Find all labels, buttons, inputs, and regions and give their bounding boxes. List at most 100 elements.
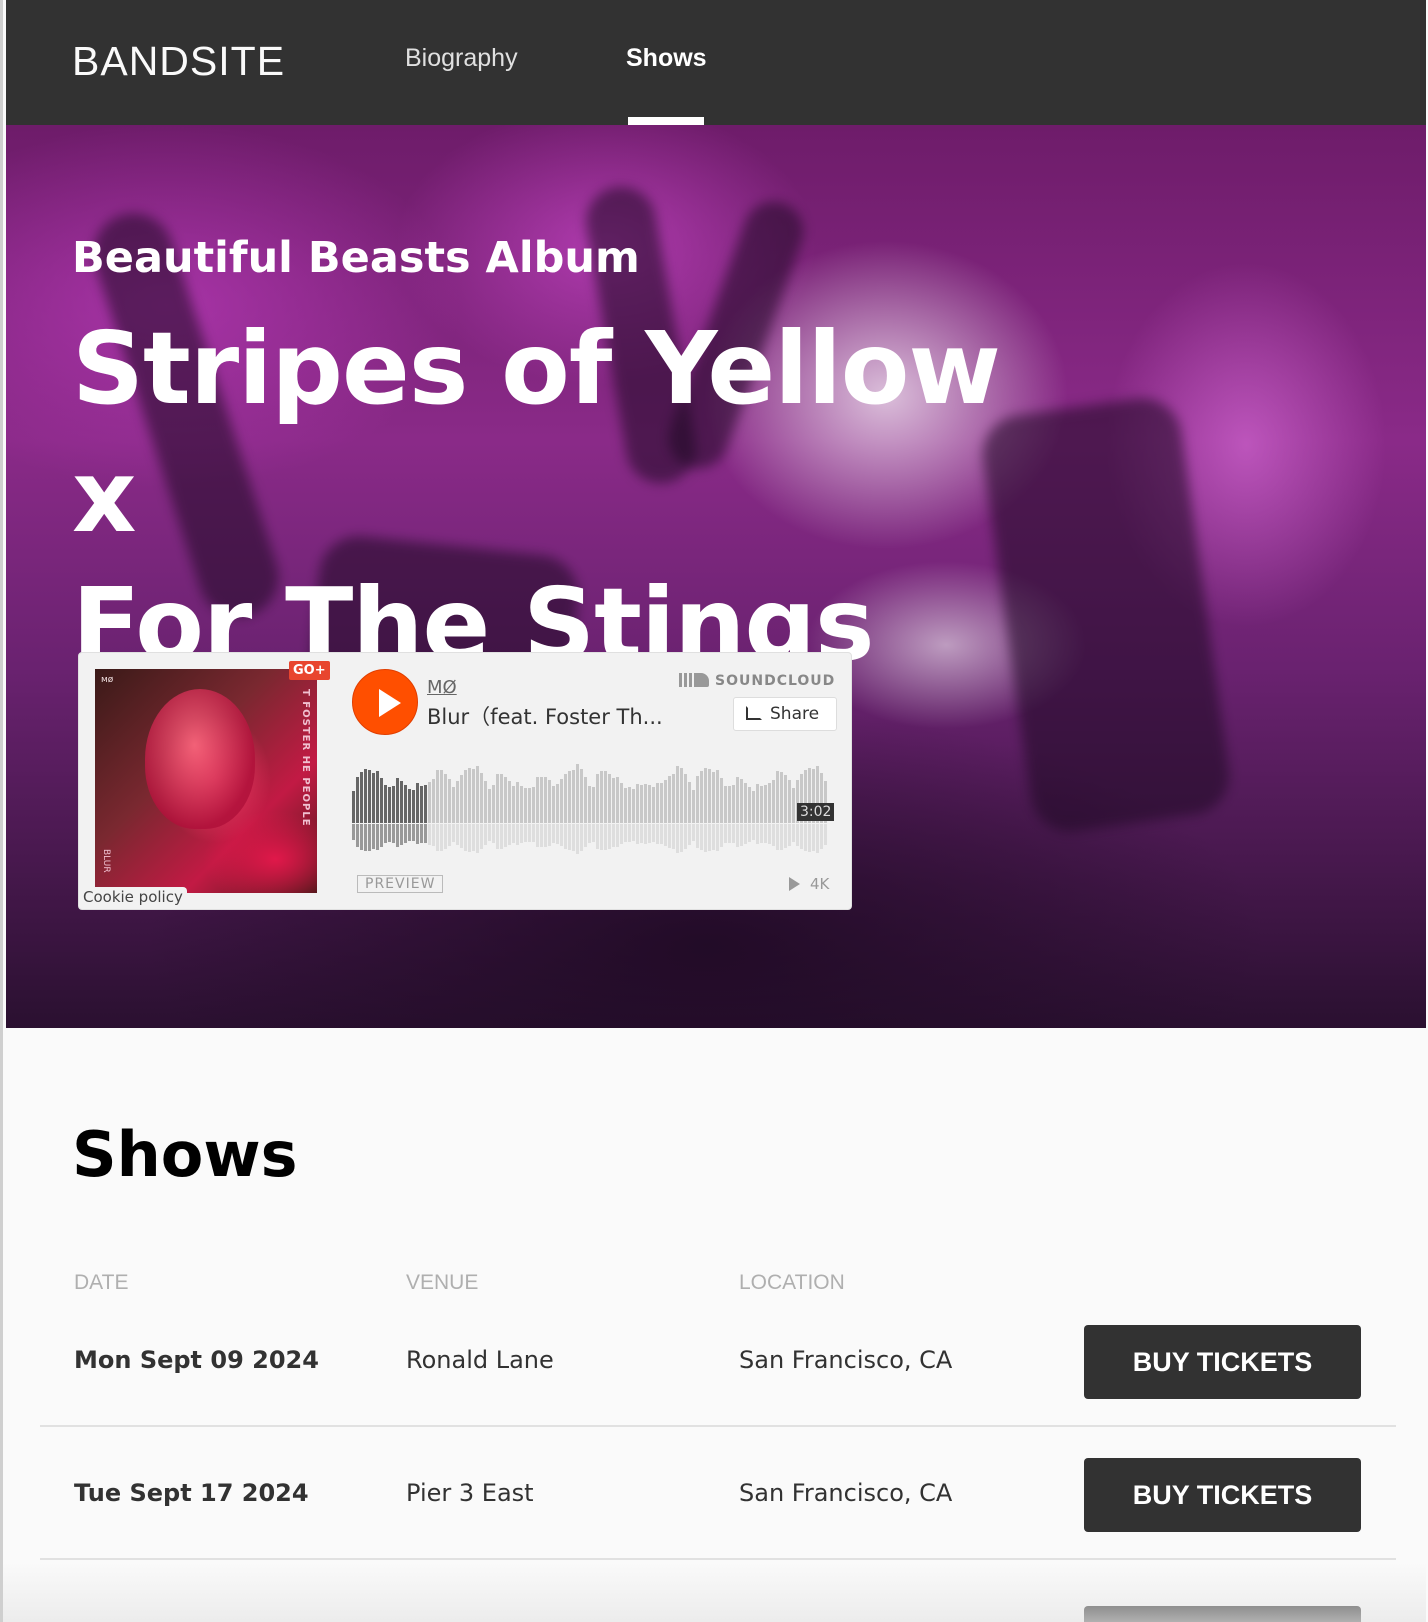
track-duration: 3:02 [797,803,835,821]
waveform-bar [496,774,499,823]
waveform-bar [452,787,455,823]
waveform-reflection [368,824,371,851]
waveform-reflection [420,824,423,843]
waveform-reflection [456,824,459,845]
waveform-reflection [608,824,611,849]
waveform-bar [516,782,519,823]
waveform-reflection [404,824,407,843]
show-date: Tue Sept 17 2024 [74,1479,309,1507]
waveform-reflection [484,824,487,845]
waveform-bar [596,774,599,823]
waveform-reflection [392,824,395,843]
waveform-bar [624,788,627,823]
site-logo[interactable]: BANDSITE [72,38,285,85]
waveform-reflection [768,824,771,844]
waveform-reflection [684,824,687,849]
hero-album-label: Beautiful Beasts Album [72,233,640,283]
waveform-reflection [432,824,435,846]
bottom-fade [3,1562,1426,1622]
waveform-reflection [480,824,483,849]
waveform-bar [740,779,743,823]
play-count-value: 4K [810,875,830,893]
waveform-reflection [728,824,731,843]
waveform-bar [776,771,779,823]
waveform-bar [480,773,483,823]
waveform-bar [436,770,439,823]
waveform-bar [508,781,511,823]
waveform-reflection [636,824,639,844]
waveform-reflection [756,824,759,844]
waveform-reflection [672,824,675,849]
waveform-reflection [616,824,619,847]
waveform-bar [364,769,367,823]
waveform-reflection [472,824,475,851]
waveform-reflection [680,824,683,852]
waveform-bar [428,782,431,823]
share-button[interactable]: Share [733,697,837,731]
waveform-reflection [692,824,695,841]
show-row[interactable]: Mon Sept 09 2024 Ronald Lane San Francis… [40,1294,1396,1427]
waveform-scrubber[interactable] [352,761,830,854]
track-artist-link[interactable]: MØ [427,677,457,698]
waveform-bar [488,789,491,823]
waveform-bar [384,785,387,823]
waveform-reflection [380,824,383,847]
waveform-reflection [400,824,403,845]
waveform-bar [696,776,699,823]
waveform-reflection [640,824,643,843]
waveform-bar [468,768,471,823]
show-row[interactable]: Tue Sept 17 2024 Pier 3 East San Francis… [40,1427,1396,1560]
waveform-bar [520,786,523,823]
waveform-bar [524,788,527,823]
waveform-reflection [708,824,711,851]
waveform-reflection [476,824,479,853]
nav-biography[interactable]: Biography [405,44,518,73]
waveform-bar [576,764,579,823]
waveform-reflection [424,824,427,843]
waveform-reflection [460,824,463,848]
waveform-reflection [556,824,559,844]
waveform-bar [392,786,395,823]
waveform-reflection [444,824,447,849]
track-title[interactable]: Blur（feat. Foster Th... [427,701,663,731]
waveform-reflection [356,824,359,847]
waveform-bar [732,785,735,823]
waveform-reflection [548,824,551,846]
waveform-reflection [448,824,451,846]
waveform-bar [528,788,531,823]
waveform-bar [504,777,507,823]
buy-tickets-button[interactable]: BUY TICKETS [1084,1325,1361,1399]
preview-badge: PREVIEW [357,875,444,893]
share-label: Share [770,704,820,724]
play-button[interactable] [352,669,418,735]
waveform-bar [728,786,731,823]
cookie-policy-link[interactable]: Cookie policy [79,887,187,908]
waveform-bar [556,784,559,823]
waveform-bar [688,782,691,823]
waveform-bar [408,789,411,823]
waveform-reflection [504,824,507,847]
waveform-bar [416,783,419,823]
album-artwork[interactable]: ᴍø T FOSTER HE PEOPLE BLUR [95,669,317,893]
buy-tickets-button[interactable]: BUY TICKETS [1084,1458,1361,1532]
waveform-reflection [740,824,743,846]
waveform-bar [772,780,775,823]
waveform-reflection [676,824,679,853]
waveform-bar [704,768,707,823]
waveform-reflection [524,824,527,842]
nav-shows[interactable]: Shows [626,44,707,73]
waveform-bar [652,787,655,823]
waveform-reflection [364,824,367,851]
waveform-bar [656,783,659,823]
page-frame: BANDSITE Biography Shows Beautiful Beast… [0,0,1426,1622]
waveform-bar [572,770,575,823]
waveform-reflection [528,824,531,842]
show-location: San Francisco, CA [739,1346,953,1374]
soundcloud-logo[interactable]: SOUNDCLOUD [679,673,835,689]
waveform-reflection [412,824,415,841]
waveform-reflection [544,824,547,847]
show-date: Mon Sept 09 2024 [74,1346,319,1374]
show-venue: Ronald Lane [406,1346,554,1374]
waveform-reflection [384,824,387,843]
waveform-bar [360,772,363,823]
